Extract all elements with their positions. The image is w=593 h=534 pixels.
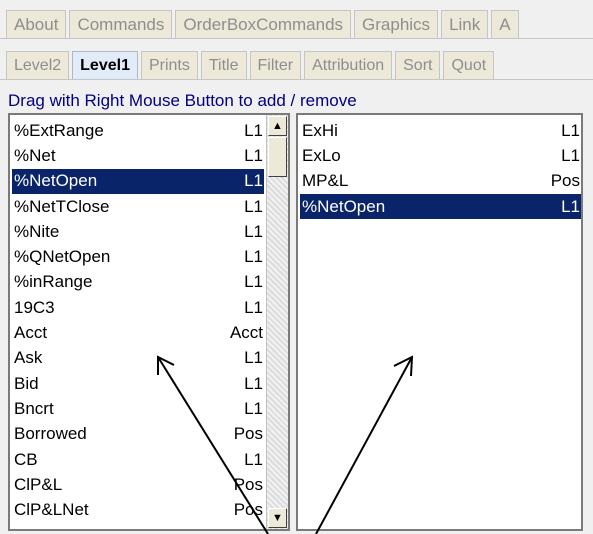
tab-row-top-divider bbox=[0, 38, 593, 39]
drag-instruction: Drag with Right Mouse Button to add / re… bbox=[8, 91, 357, 110]
selected-columns-listbox[interactable]: ExHi L1 ExLo L1 MP&L Pos %NetOpen L1 bbox=[296, 113, 583, 531]
list-item-level: L1 bbox=[561, 120, 580, 140]
tab-row-top: About Commands OrderBoxCommands Graphics… bbox=[6, 10, 519, 38]
triangle-down-icon: ▼ bbox=[272, 512, 283, 524]
list-item-name: ExHi bbox=[302, 120, 338, 140]
list-item[interactable]: %Nite L1 bbox=[12, 219, 264, 244]
list-item[interactable]: ClP&LNet Pos bbox=[12, 497, 264, 522]
tab-title[interactable]: Title bbox=[200, 51, 247, 79]
list-item[interactable]: Acct Acct bbox=[12, 320, 264, 345]
list-item-name: %QNetOpen bbox=[14, 247, 111, 267]
list-item-name: Bncrt bbox=[14, 398, 54, 418]
list-item-level: L1 bbox=[244, 145, 263, 165]
list-item-level: L1 bbox=[244, 398, 263, 418]
list-item-name: %Nite bbox=[14, 221, 60, 241]
list-item-level: L1 bbox=[244, 348, 263, 368]
list-item-name: CB bbox=[14, 449, 38, 469]
list-item-level: Acct bbox=[229, 323, 263, 343]
tab-row-second: Level2 Level1 Prints Title Filter Attrib… bbox=[6, 51, 495, 79]
tab-sort[interactable]: Sort bbox=[395, 51, 441, 79]
scroll-up-button[interactable]: ▲ bbox=[268, 116, 287, 136]
list-item[interactable]: %QNetOpen L1 bbox=[12, 244, 264, 269]
list-item-level: L1 bbox=[244, 120, 263, 140]
list-item[interactable]: %inRange L1 bbox=[12, 270, 264, 295]
tab-truncated[interactable]: A bbox=[491, 10, 519, 38]
list-item-name: ClP&LNet bbox=[14, 500, 89, 520]
list-item[interactable]: CB L1 bbox=[12, 447, 264, 472]
list-item-level: Pos bbox=[233, 474, 263, 494]
list-item-name: MP&L bbox=[302, 171, 349, 191]
scroll-down-button[interactable]: ▼ bbox=[268, 508, 287, 528]
vertical-scrollbar[interactable]: ▲ ▼ bbox=[266, 115, 288, 529]
list-item-level: L1 bbox=[244, 221, 263, 241]
list-item[interactable]: 19C3 L1 bbox=[12, 295, 264, 320]
list-item-name: Borrowed bbox=[14, 424, 87, 444]
available-columns-list: %ExtRange L1 %Net L1 %NetOpen L1 %NetTClose L1%… bbox=[12, 118, 264, 523]
tab-row-second-divider bbox=[0, 79, 593, 80]
list-item[interactable]: %Net L1 bbox=[12, 143, 264, 168]
tab-about[interactable]: About bbox=[6, 10, 67, 38]
list-item[interactable]: Borrowed Pos bbox=[12, 422, 264, 447]
tab-commands[interactable]: Commands bbox=[69, 10, 173, 38]
list-item-level: L1 bbox=[244, 373, 263, 393]
tab-prints[interactable]: Prints bbox=[140, 51, 198, 79]
list-item-name: Ask bbox=[14, 348, 43, 368]
list-item-level: L1 bbox=[561, 196, 580, 216]
list-item-name: Bid bbox=[14, 373, 39, 393]
list-item[interactable]: MP&L Pos bbox=[300, 169, 581, 194]
list-item-level: L1 bbox=[244, 272, 263, 292]
list-item[interactable]: Ask L1 bbox=[12, 346, 264, 371]
list-item-level: L1 bbox=[244, 196, 263, 216]
list-item-level: L1 bbox=[561, 145, 580, 165]
tab-quot-truncated[interactable]: Quot bbox=[443, 51, 495, 79]
list-item[interactable]: %NetOpen L1 bbox=[300, 193, 581, 220]
tab-attribution[interactable]: Attribution bbox=[304, 51, 393, 79]
list-item[interactable]: Bncrt L1 bbox=[12, 396, 264, 421]
list-item[interactable]: ExLo L1 bbox=[300, 143, 581, 168]
list-item-name: %Net bbox=[14, 145, 56, 165]
tab-graphics[interactable]: Graphics bbox=[354, 10, 439, 38]
list-item[interactable]: %NetOpen L1 bbox=[12, 168, 264, 194]
scroll-thumb[interactable] bbox=[268, 137, 287, 177]
tab-level1[interactable]: Level1 bbox=[72, 51, 138, 79]
list-item[interactable]: %NetTClose L1 bbox=[12, 194, 264, 219]
tab-level2[interactable]: Level2 bbox=[6, 51, 70, 79]
list-item-name: Acct bbox=[14, 323, 48, 343]
list-item-name: ClP&L bbox=[14, 474, 63, 494]
list-item-level: Pos bbox=[233, 424, 263, 444]
list-item-level: L1 bbox=[244, 449, 263, 469]
list-item[interactable]: ExHi L1 bbox=[300, 118, 581, 143]
tab-orderboxcommands[interactable]: OrderBoxCommands bbox=[175, 10, 352, 38]
available-columns-listbox[interactable]: %ExtRange L1 %Net L1 %NetOpen L1 %NetTClose L1%… bbox=[8, 113, 290, 531]
list-item-name: 19C3 bbox=[14, 297, 55, 317]
list-item-name: %ExtRange bbox=[14, 120, 104, 140]
list-item-name: ExLo bbox=[302, 145, 341, 165]
list-item-name: %NetOpen bbox=[14, 171, 98, 191]
list-item-level: L1 bbox=[244, 171, 263, 191]
triangle-up-icon: ▲ bbox=[272, 120, 283, 132]
list-item-level: L1 bbox=[244, 247, 263, 267]
list-item-name: %inRange bbox=[14, 272, 93, 292]
list-item-level: Pos bbox=[233, 500, 263, 520]
tab-filter[interactable]: Filter bbox=[249, 51, 302, 79]
list-item-name: %NetTClose bbox=[14, 196, 110, 216]
list-item[interactable]: %ExtRange L1 bbox=[12, 118, 264, 143]
selected-columns-list: ExHi L1 ExLo L1 MP&L Pos %NetOpen L1 bbox=[300, 118, 581, 220]
list-item[interactable]: ClP&L Pos bbox=[12, 472, 264, 497]
list-item-level: L1 bbox=[244, 297, 263, 317]
tab-link[interactable]: Link bbox=[441, 10, 489, 38]
list-item[interactable]: Bid L1 bbox=[12, 371, 264, 396]
list-item-level: Pos bbox=[550, 171, 580, 191]
list-item-name: %NetOpen bbox=[302, 196, 386, 216]
